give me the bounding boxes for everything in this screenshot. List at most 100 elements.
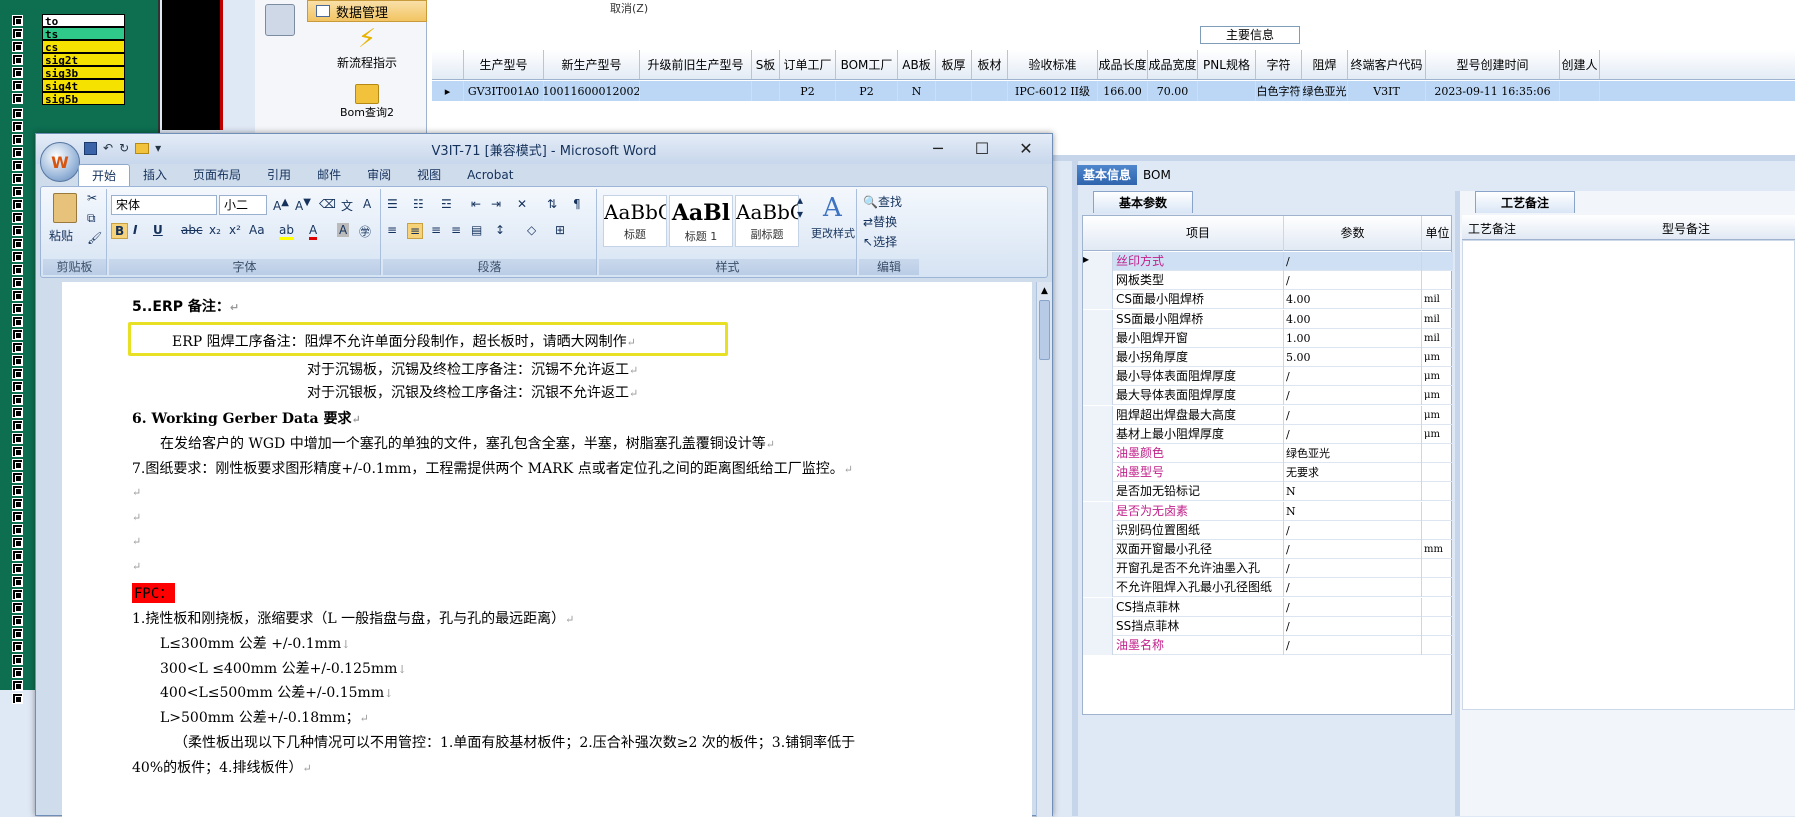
grid-column-header[interactable]: 字符 [1256,50,1302,79]
table-row[interactable]: 是否加无铅标记 N [1083,482,1453,502]
layer-checkbox[interactable] [12,459,23,470]
grid-cell[interactable]: 2023-09-11 16:35:06 [1426,81,1560,101]
layer-checkbox[interactable] [12,589,23,600]
grid-column-header[interactable]: 型号创建时间 [1426,50,1560,79]
table-row[interactable]: 网板类型 / [1083,271,1453,291]
align-right-icon[interactable]: ≡ [431,223,441,237]
shading-icon[interactable]: ◇ [527,223,536,237]
table-row[interactable]: 油墨名称 / [1083,636,1453,655]
grid-column-header[interactable]: 板厚 [936,50,972,79]
undo-icon[interactable]: ↶ [103,141,113,155]
grid-cell[interactable]: GV3IT001A0 [464,81,544,101]
param-value[interactable]: / [1283,405,1423,425]
table-row[interactable]: ▸ GV3IT001A0 10011600012002 P2 P2 N IPC-6012 I… [432,81,1795,101]
grid-cell[interactable]: IPC-6012 II级 [1008,81,1098,101]
layer-row[interactable]: to [12,14,132,28]
style-item[interactable]: AaBbC 副标题 [735,195,799,247]
redo-icon[interactable]: ↻ [119,141,129,155]
layer-checkbox[interactable] [12,212,23,223]
grid-cell[interactable]: 10011600012002 [544,81,640,101]
param-value[interactable]: / [1283,386,1423,406]
borders-icon[interactable]: ⊞ [555,223,565,237]
layer-checkbox[interactable] [12,28,23,39]
param-value[interactable]: 无要求 [1283,463,1423,483]
table-row[interactable]: 最小拐角厚度 5.00 μm [1083,348,1453,367]
grid-column-header[interactable]: BOM工厂 [836,50,898,79]
layer-checkbox[interactable] [12,160,23,171]
grid-cell[interactable]: 166.00 [1098,81,1148,101]
layer-name[interactable]: cs [42,40,125,54]
layer-checkbox[interactable] [12,563,23,574]
subscript-icon[interactable]: x₂ [209,223,221,237]
col-unit[interactable]: 单位 [1421,216,1453,251]
layer-checkbox[interactable] [12,420,23,431]
nav-header-data-management[interactable]: 数据管理 [307,0,427,22]
layer-checkbox[interactable] [12,67,23,78]
chinese-layout-icon[interactable]: ✕ [517,197,527,211]
layer-row[interactable]: sig4t [12,79,132,93]
calculator-icon[interactable] [265,4,295,36]
distribute-icon[interactable]: ▤ [471,223,482,237]
grid-cell[interactable]: P2 [836,81,898,101]
nav-item-new-flow[interactable]: ⚡ 新流程指示 [307,24,427,71]
ribbon-tab[interactable]: 邮件 [304,164,354,186]
layer-checkbox[interactable] [12,121,23,132]
font-color-icon[interactable]: A [309,223,318,240]
layer-checkbox[interactable] [12,238,23,249]
layer-name[interactable]: sig3b [42,66,125,80]
param-value[interactable]: 4.00 [1283,290,1423,310]
replace-button[interactable]: ⇄替换 [863,213,897,230]
param-value[interactable]: / [1283,597,1423,617]
layer-checkbox[interactable] [12,41,23,52]
layer-checkbox[interactable] [12,433,23,444]
layer-checkbox[interactable] [12,329,23,340]
param-value[interactable]: N [1283,501,1423,521]
bullets-icon[interactable]: ☰ [387,197,398,211]
table-row[interactable]: 最小导体表面阻焊厚度 / μm [1083,367,1453,387]
ribbon-tab[interactable]: 插入 [130,164,180,186]
layer-checkbox[interactable] [12,80,23,91]
layer-name[interactable]: to [42,14,125,28]
paste-icon[interactable] [53,193,77,223]
param-value[interactable]: N [1283,482,1423,502]
font-size-select[interactable]: 小二 [219,195,267,215]
paste-button[interactable]: 粘贴 [49,227,73,244]
param-value[interactable]: 绿色亚光 [1283,444,1423,463]
layer-checkbox[interactable] [12,628,23,639]
char-shading-icon[interactable]: A [337,223,350,237]
grid-column-header[interactable]: 创建人 [1560,50,1600,79]
justify-icon[interactable]: ≡ [451,223,461,237]
layer-checkbox[interactable] [12,654,23,665]
format-painter-icon[interactable]: 🖌 [87,231,102,245]
change-styles-button[interactable]: 更改样式 [811,225,855,241]
table-row[interactable]: SS面最小阻焊桥 4.00 mil [1083,309,1453,329]
layer-checkbox[interactable] [12,290,23,301]
grid-cell[interactable] [752,81,780,101]
close-icon[interactable]: ✕ [1004,138,1048,160]
decrease-indent-icon[interactable]: ⇤ [471,197,481,211]
param-value[interactable]: / [1283,540,1423,559]
cancel-button[interactable]: 取消(Z) [610,0,648,16]
param-value[interactable]: 4.00 [1283,309,1423,329]
layer-checkbox[interactable] [12,615,23,626]
grid-column-header[interactable]: 升级前旧生产型号 [640,50,752,79]
table-row[interactable]: 双面开窗最小孔径 / mm [1083,540,1453,559]
layer-checkbox[interactable] [12,108,23,119]
layer-name[interactable]: sig2t [42,53,125,67]
layer-checkbox[interactable] [12,641,23,652]
layer-checkbox[interactable] [12,680,23,691]
grid-cell[interactable] [936,81,972,101]
ribbon-tab[interactable]: 引用 [254,164,304,186]
grid-cell[interactable] [972,81,1008,101]
italic-icon[interactable]: I [133,223,137,237]
grid-cell[interactable]: N [898,81,936,101]
grid-cell[interactable]: P2 [780,81,836,101]
layer-row[interactable]: ts [12,27,132,41]
document-page[interactable]: 5..ERP 备注：↵ ERP 阻焊工序备注：阻焊不允许单面分段制作，超长板时，… [62,282,1032,817]
layer-checkbox[interactable] [12,251,23,262]
table-row[interactable]: 油墨颜色 绿色亚光 [1083,444,1453,463]
ribbon-tab[interactable]: 视图 [404,164,454,186]
grid-cell[interactable]: 70.00 [1148,81,1198,101]
param-value[interactable]: / [1283,559,1423,579]
grid-cell[interactable] [1560,81,1600,101]
